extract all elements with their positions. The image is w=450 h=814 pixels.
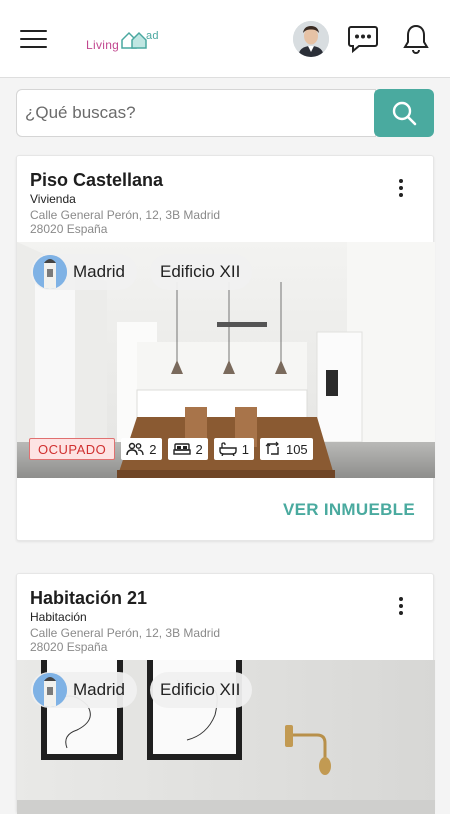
status-badge: OCUPADO	[29, 438, 116, 460]
search-button[interactable]	[374, 89, 434, 137]
property-card[interactable]: Piso Castellana Vivienda Calle General P…	[16, 155, 435, 541]
beds-stat: 2	[167, 438, 208, 460]
property-postal: 28020 España	[30, 222, 108, 236]
property-card[interactable]: Habitación 21 Habitación Calle General P…	[16, 573, 435, 814]
property-title: Piso Castellana	[30, 170, 164, 190]
user-avatar[interactable]	[293, 21, 329, 57]
top-app-bar: Living ad	[0, 0, 450, 78]
bed-icon	[172, 443, 191, 455]
property-photo: Madrid Edificio XII OCUPADO 2 2 1 105	[17, 242, 435, 478]
building-chip[interactable]: Edificio XII	[150, 672, 253, 708]
property-type: Habitación	[30, 610, 87, 624]
building-chip-label: Edificio XII	[160, 680, 241, 699]
city-thumbnail	[33, 673, 67, 707]
city-chip-label: Madrid	[73, 680, 125, 699]
bathtub-icon	[219, 442, 237, 456]
property-title: Habitación 21	[30, 588, 148, 608]
logo-text-left: Living	[86, 38, 120, 52]
building-chip[interactable]: Edificio XII	[150, 254, 253, 290]
property-stats: OCUPADO 2 2 1 105	[29, 437, 313, 461]
hamburger-icon[interactable]	[20, 30, 47, 50]
area-value: 105	[285, 441, 308, 457]
property-postal: 28020 España	[30, 640, 108, 654]
beds-value: 2	[195, 441, 203, 457]
baths-value: 1	[241, 441, 249, 457]
baths-stat: 1	[213, 438, 254, 460]
property-type: Vivienda	[30, 192, 76, 206]
view-property-button[interactable]: VER INMUEBLE	[283, 500, 415, 520]
city-thumbnail	[33, 255, 67, 289]
app-logo: Living ad	[86, 28, 166, 54]
property-photo: Madrid Edificio XII	[17, 660, 435, 814]
occupants-value: 2	[149, 441, 157, 457]
chat-bubble-icon[interactable]	[346, 22, 380, 56]
city-chip[interactable]: Madrid	[31, 672, 137, 708]
more-options-icon[interactable]	[389, 594, 413, 618]
area-icon	[265, 441, 279, 455]
search-bar	[16, 89, 434, 137]
area-stat: 105	[259, 438, 313, 460]
city-chip[interactable]: Madrid	[31, 254, 137, 290]
occupants-stat: 2	[121, 438, 162, 460]
logo-house-icon	[121, 31, 147, 49]
property-address: Calle General Perón, 12, 3B Madrid	[30, 208, 221, 222]
property-address: Calle General Perón, 12, 3B Madrid	[30, 626, 221, 640]
search-input[interactable]	[16, 89, 376, 137]
search-icon	[392, 101, 417, 126]
bell-icon[interactable]	[399, 22, 433, 56]
building-chip-label: Edificio XII	[160, 262, 241, 281]
people-icon	[126, 442, 144, 456]
city-chip-label: Madrid	[73, 262, 125, 281]
logo-text-right: ad	[146, 30, 159, 42]
more-options-icon[interactable]	[389, 176, 413, 200]
